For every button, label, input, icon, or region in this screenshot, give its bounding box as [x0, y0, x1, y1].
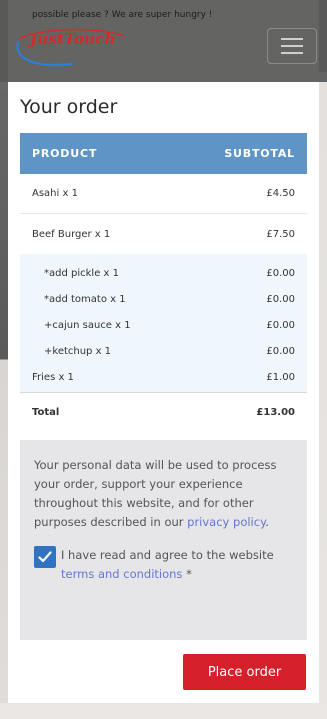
table-row: Beef Burger x 1 £7.50 [20, 214, 307, 254]
terms-link[interactable]: terms and conditions [61, 567, 182, 581]
addon-name: Fries x 1 [32, 371, 74, 383]
addon-row: Fries x 1 £1.00 [20, 364, 307, 390]
item-price: £4.50 [266, 188, 295, 199]
total-row: Total £13.00 [20, 392, 307, 432]
addon-name: *add tomato x 1 [44, 293, 126, 305]
column-product: PRODUCT [32, 147, 98, 160]
total-value: £13.00 [256, 407, 295, 418]
terms-agreement: I have read and agree to the website ter… [34, 546, 293, 584]
privacy-end: . [265, 515, 269, 529]
item-name: Beef Burger x 1 [32, 228, 111, 240]
privacy-policy-link[interactable]: privacy policy [187, 515, 265, 529]
addon-price: £1.00 [266, 371, 295, 383]
order-title: Your order [20, 96, 118, 118]
page-background-bottom [0, 703, 327, 719]
hamburger-icon [281, 45, 303, 47]
column-subtotal: SUBTOTAL [224, 147, 295, 160]
addon-price: £0.00 [266, 345, 295, 357]
addon-price: £0.00 [266, 293, 295, 305]
terms-text-block: I have read and agree to the website ter… [61, 546, 293, 584]
privacy-notice: Your personal data will be used to proce… [20, 440, 307, 640]
addon-name: +ketchup x 1 [44, 345, 112, 357]
addon-name: *add pickle x 1 [44, 267, 119, 279]
addon-price: £0.00 [266, 319, 295, 331]
hamburger-icon [281, 52, 303, 54]
addon-row: +ketchup x 1 £0.00 [20, 338, 307, 364]
checkmark-icon [38, 551, 52, 563]
addon-row: *add pickle x 1 £0.00 [20, 260, 307, 286]
addon-row: +cajun sauce x 1 £0.00 [20, 312, 307, 338]
table-row: Asahi x 1 £4.50 [20, 174, 307, 214]
addon-group: *add pickle x 1 £0.00 *add tomato x 1 £0… [20, 254, 307, 392]
order-card: Your order PRODUCT SUBTOTAL Asahi x 1 £4… [8, 82, 319, 703]
addon-name: +cajun sauce x 1 [44, 319, 131, 331]
site-header: possible please ? We are super hungry ! … [0, 0, 327, 82]
addon-price: £0.00 [266, 267, 295, 279]
item-name: Asahi x 1 [32, 188, 78, 199]
hamburger-icon [281, 38, 303, 40]
order-table: PRODUCT SUBTOTAL Asahi x 1 £4.50 Beef Bu… [20, 133, 307, 432]
terms-required-mark: * [182, 567, 192, 581]
place-order-button[interactable]: Place order [183, 654, 306, 690]
background-page-right [319, 0, 327, 719]
terms-checkbox[interactable] [34, 546, 56, 568]
terms-text: I have read and agree to the website [61, 548, 274, 562]
item-price: £7.50 [266, 228, 295, 240]
privacy-text-block: Your personal data will be used to proce… [34, 456, 293, 532]
addon-row: *add tomato x 1 £0.00 [20, 286, 307, 312]
menu-button[interactable] [267, 28, 317, 64]
site-logo[interactable]: JustTouch [12, 22, 132, 72]
logo-text: JustTouch [30, 30, 116, 48]
header-note: possible please ? We are super hungry ! [32, 10, 213, 20]
background-page-left [0, 0, 8, 719]
total-label: Total [32, 407, 60, 418]
table-header: PRODUCT SUBTOTAL [20, 133, 307, 174]
